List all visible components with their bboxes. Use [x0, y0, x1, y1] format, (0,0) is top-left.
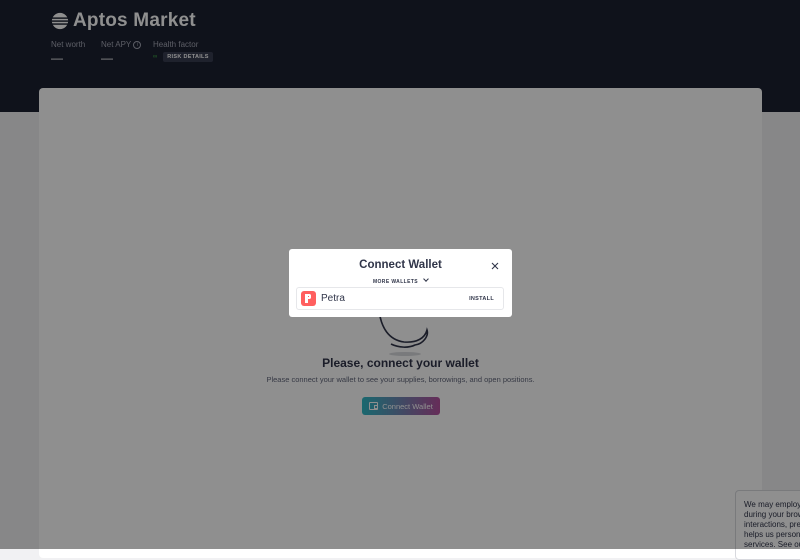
connect-wallet-modal: Connect Wallet MORE WALLETS Petra INSTAL…: [289, 249, 512, 317]
modal-title: Connect Wallet: [359, 259, 442, 271]
petra-logo-icon: [301, 291, 316, 306]
chevron-down-icon: [423, 276, 429, 282]
close-icon[interactable]: [489, 260, 501, 272]
more-wallets-toggle[interactable]: MORE WALLETS: [289, 276, 512, 285]
wallet-name: Petra: [321, 293, 345, 304]
install-button[interactable]: INSTALL: [469, 296, 494, 302]
more-wallets-label: MORE WALLETS: [372, 279, 419, 285]
wallet-option-petra[interactable]: Petra INSTALL: [296, 287, 504, 310]
